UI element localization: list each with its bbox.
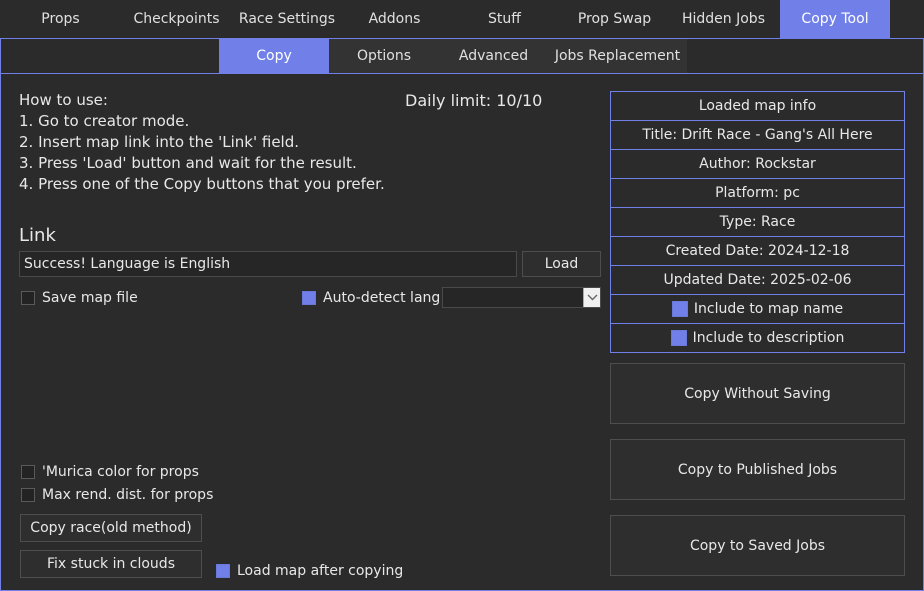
map-info-created: Created Date: 2024-12-18 <box>610 236 905 266</box>
copy-without-saving-button[interactable]: Copy Without Saving <box>610 363 905 424</box>
link-input[interactable]: Success! Language is English <box>19 251 517 277</box>
auto-detect-lang-checkbox[interactable] <box>302 291 316 305</box>
include-map-name-label: Include to map name <box>693 301 844 317</box>
include-map-name-row: Include to map name <box>610 294 905 324</box>
map-info-title: Title: Drift Race - Gang's All Here <box>610 120 905 150</box>
fix-stuck-button[interactable]: Fix stuck in clouds <box>20 550 202 578</box>
tab-stuff[interactable]: Stuff <box>447 0 562 38</box>
auto-detect-lang-label: Auto-detect lang <box>323 290 441 306</box>
max-rend-dist-checkbox[interactable] <box>21 488 35 502</box>
tab-copy-tool[interactable]: Copy Tool <box>780 0 890 38</box>
save-map-file-label: Save map file <box>42 290 138 306</box>
copy-to-saved-button[interactable]: Copy to Saved Jobs <box>610 515 905 576</box>
murica-color-checkbox[interactable] <box>21 465 35 479</box>
instruction-step: 4. Press one of the Copy buttons that yo… <box>19 175 385 193</box>
tab-race-settings[interactable]: Race Settings <box>232 0 342 38</box>
daily-limit: Daily limit: 10/10 <box>405 91 543 110</box>
tab-checkpoints[interactable]: Checkpoints <box>121 0 232 38</box>
include-map-name-checkbox[interactable] <box>671 301 688 317</box>
instructions-title: How to use: <box>19 91 108 109</box>
max-rend-dist-label: Max rend. dist. for props <box>42 487 214 503</box>
instruction-step: 3. Press 'Load' button and wait for the … <box>19 154 357 172</box>
load-button[interactable]: Load <box>522 251 601 277</box>
map-info-updated: Updated Date: 2025-02-06 <box>610 265 905 295</box>
load-after-copy-checkbox[interactable] <box>216 564 230 578</box>
save-map-file-checkbox[interactable] <box>21 291 35 305</box>
murica-color-label: 'Murica color for props <box>42 464 199 480</box>
tab-prop-swap[interactable]: Prop Swap <box>562 0 667 38</box>
map-info-platform: Platform: pc <box>610 178 905 208</box>
instruction-step: 1. Go to creator mode. <box>19 112 190 130</box>
include-description-row: Include to description <box>610 323 905 353</box>
language-select[interactable] <box>442 287 601 308</box>
map-info-author: Author: Rockstar <box>610 149 905 179</box>
tab-hidden-jobs[interactable]: Hidden Jobs <box>667 0 780 38</box>
include-description-checkbox[interactable] <box>670 330 687 346</box>
include-description-label: Include to description <box>692 330 845 346</box>
map-info-header: Loaded map info <box>610 91 905 121</box>
chevron-down-icon[interactable] <box>583 288 600 307</box>
copy-to-published-button[interactable]: Copy to Published Jobs <box>610 439 905 500</box>
subtab-options[interactable]: Options <box>329 39 439 73</box>
copy-race-old-button[interactable]: Copy race(old method) <box>20 514 202 542</box>
subtab-jobs-replacement[interactable]: Jobs Replacement <box>548 39 687 73</box>
map-info-type: Type: Race <box>610 207 905 237</box>
tab-addons[interactable]: Addons <box>342 0 447 38</box>
sub-tab-divider <box>1 73 923 74</box>
load-after-copy-label: Load map after copying <box>237 563 404 579</box>
link-label: Link <box>19 225 56 246</box>
subtab-advanced[interactable]: Advanced <box>439 39 548 73</box>
subtab-copy[interactable]: Copy <box>219 39 329 73</box>
instruction-step: 2. Insert map link into the 'Link' field… <box>19 133 300 151</box>
tab-props[interactable]: Props <box>0 0 121 38</box>
